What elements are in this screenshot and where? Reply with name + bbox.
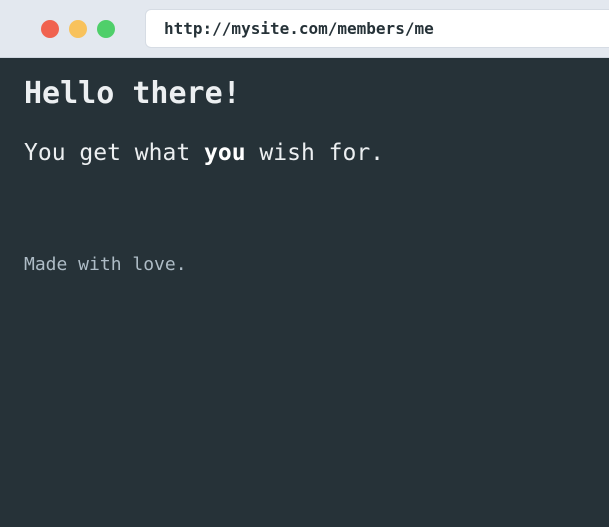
message-paragraph: You get what you wish for.: [24, 140, 384, 166]
browser-chrome: http://mysite.com/members/me: [0, 0, 609, 58]
minimize-window-button[interactable]: [69, 20, 87, 38]
url-text: http://mysite.com/members/me: [164, 19, 434, 38]
maximize-window-button[interactable]: [97, 20, 115, 38]
footer-text: Made with love.: [24, 254, 187, 275]
address-bar[interactable]: http://mysite.com/members/me: [145, 9, 609, 48]
page-heading: Hello there!: [24, 76, 241, 111]
close-window-button[interactable]: [41, 20, 59, 38]
message-emphasis: you: [204, 140, 246, 166]
message-text-end: wish for.: [245, 140, 385, 166]
message-text-start: You get what: [24, 140, 205, 166]
